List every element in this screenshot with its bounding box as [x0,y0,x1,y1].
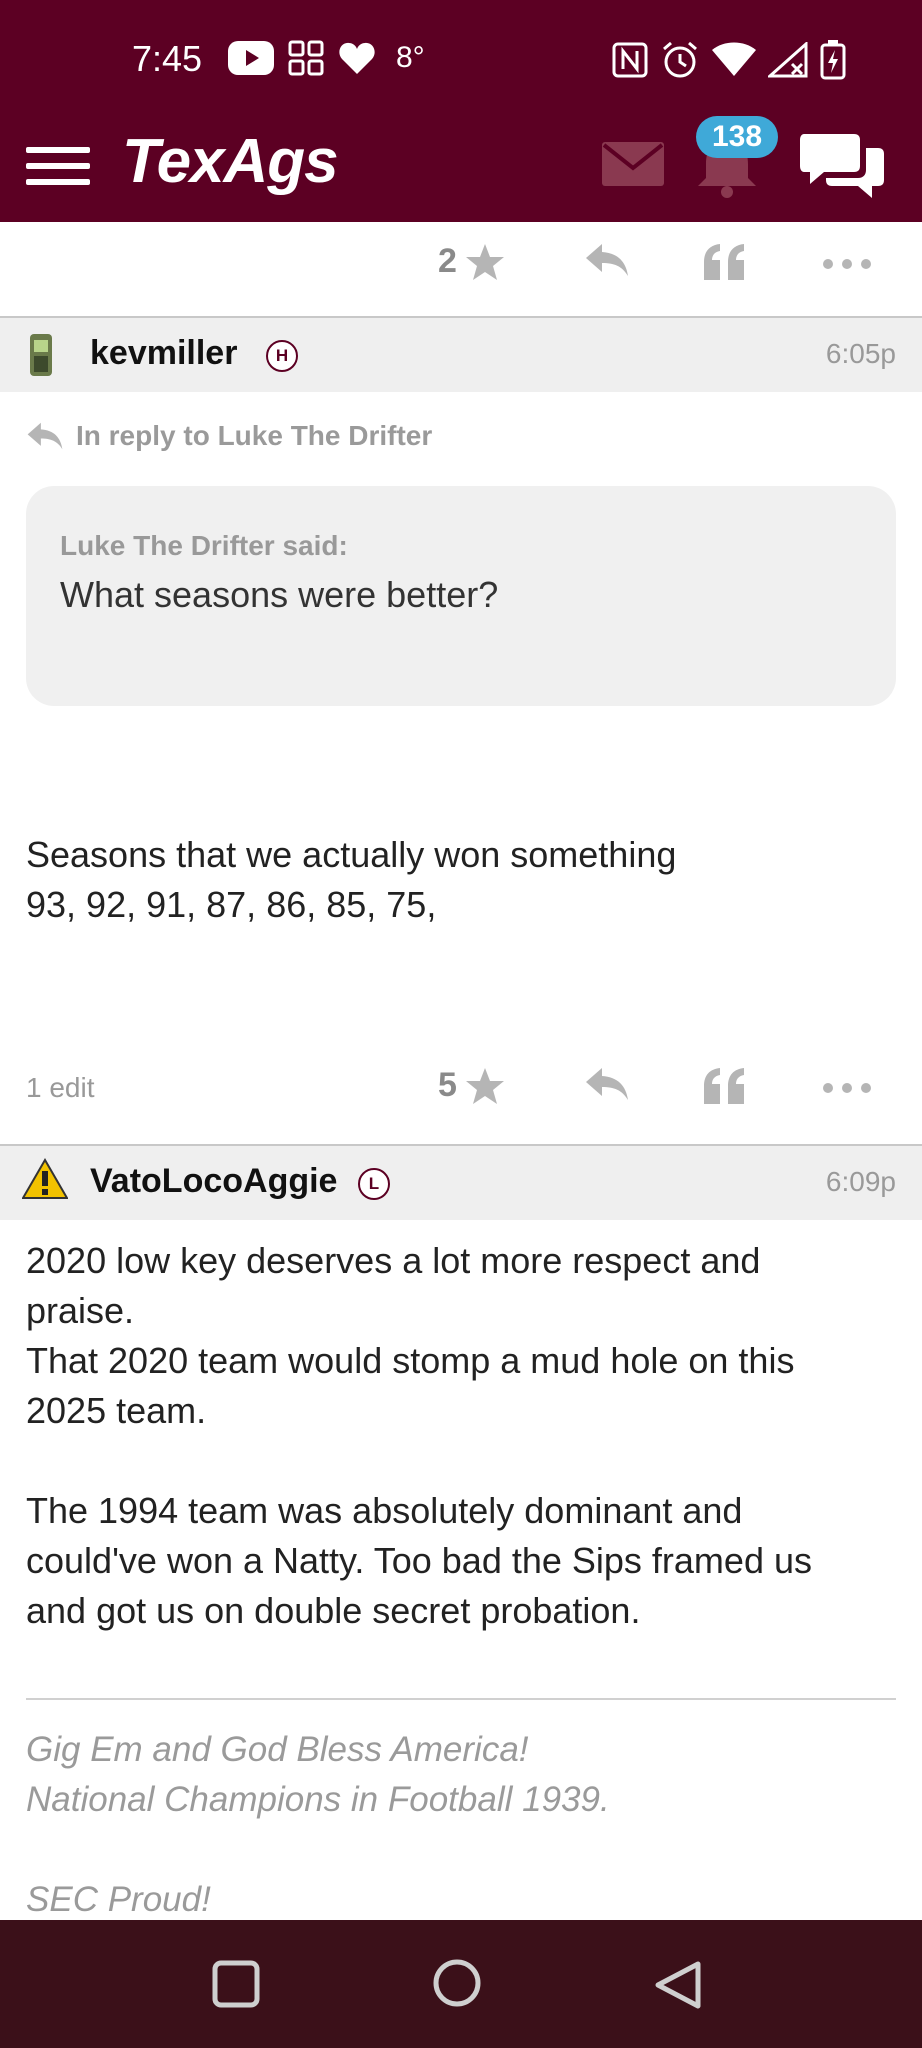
quote-text: What seasons were better? [60,574,499,615]
youtube-icon [228,41,274,75]
post-body-line: praise. [26,1290,135,1331]
post-body-line: could've won a Natty. Too bad the Sips f… [26,1540,812,1581]
post-time[interactable]: 6:09p [826,1166,896,1198]
texags-logo[interactable]: TexAgs [122,126,339,197]
mail-icon[interactable] [602,142,664,186]
status-time: 7:45 [132,38,203,79]
back-triangle-icon[interactable] [654,1960,702,2010]
quote-icon[interactable] [702,1066,746,1106]
rank-badge: L [358,1168,390,1200]
grid-app-icon [288,40,324,76]
status-temperature: 8° [396,41,425,74]
reply-arrow-icon [27,422,63,450]
post-body-line: The 1994 team was absolutely dominant an… [26,1490,743,1531]
reply-to-text: In reply to Luke The Drifter [76,420,433,451]
username[interactable]: kevmiller [90,334,237,373]
battery-charging-icon [820,40,846,80]
post-body-line: That 2020 team would stomp a mud hole on… [26,1340,795,1381]
status-icons-left: 8° [228,40,425,76]
home-circle-icon[interactable] [432,1958,482,2008]
system-nav-bar [0,1920,922,2048]
status-bar: 7:45 8° [0,0,922,124]
post-time[interactable]: 6:05p [826,338,896,370]
star-count: 2 [438,242,457,280]
signature-line: SEC Proud! [26,1880,211,1919]
recents-square-icon[interactable] [212,1960,260,2008]
star-count: 5 [438,1066,457,1104]
reply-icon[interactable] [584,1066,630,1102]
quote-author[interactable]: Luke The Drifter said: [60,530,348,562]
post-actions: 5 [0,1046,922,1136]
quote-block: Luke The Drifter said: What seasons were… [26,486,896,706]
rank-badge: H [266,340,298,372]
nfc-icon [612,42,648,78]
post-header: VatoLocoAggie L 6:09p [0,1144,922,1220]
post-body-line: and got us on double secret probation. [26,1590,641,1631]
reply-icon[interactable] [584,242,630,278]
post-body-line [26,1436,898,1486]
signature-line: National Champions in Football 1939. [26,1780,610,1819]
post-body-line: 2020 low key deserves a lot more respect… [26,1240,761,1281]
post-body: 2020 low key deserves a lot more respect… [26,1236,898,1636]
post-body-line: 2025 team. [26,1390,207,1431]
in-reply-to-link[interactable]: In reply to Luke The Drifter [26,420,432,452]
post-body-line: Seasons that we actually won something [26,834,677,875]
user-avatar-warning-icon [22,1158,68,1199]
quote-icon[interactable] [702,242,746,282]
heart-icon [339,42,375,74]
signature-divider [26,1698,896,1700]
alarm-icon [663,41,697,78]
no-signal-icon [768,42,808,78]
wifi-icon [712,42,756,76]
notification-badge[interactable]: 138 [696,116,778,158]
star-rating[interactable]: 5 [438,1066,505,1105]
post-body: Seasons that we actually won something 9… [26,830,898,930]
star-rating[interactable]: 2 [438,242,505,281]
username[interactable]: VatoLocoAggie [90,1162,337,1201]
post-body-line: 93, 92, 91, 87, 86, 85, 75, [26,884,437,925]
star-icon [465,1067,504,1104]
more-options-icon[interactable] [822,1082,872,1094]
previous-post-actions: 2 [0,222,922,312]
forum-chat-icon[interactable] [800,130,884,202]
app-header: TexAgs 138 [0,116,922,222]
signature-line: Gig Em and God Bless America! [26,1730,529,1769]
more-options-icon[interactable] [822,258,872,270]
user-avatar-phone-icon [30,334,52,376]
post-header: kevmiller H 6:05p [0,316,922,392]
menu-icon[interactable] [26,134,90,198]
status-icons-right [612,40,846,80]
star-icon [465,243,504,280]
